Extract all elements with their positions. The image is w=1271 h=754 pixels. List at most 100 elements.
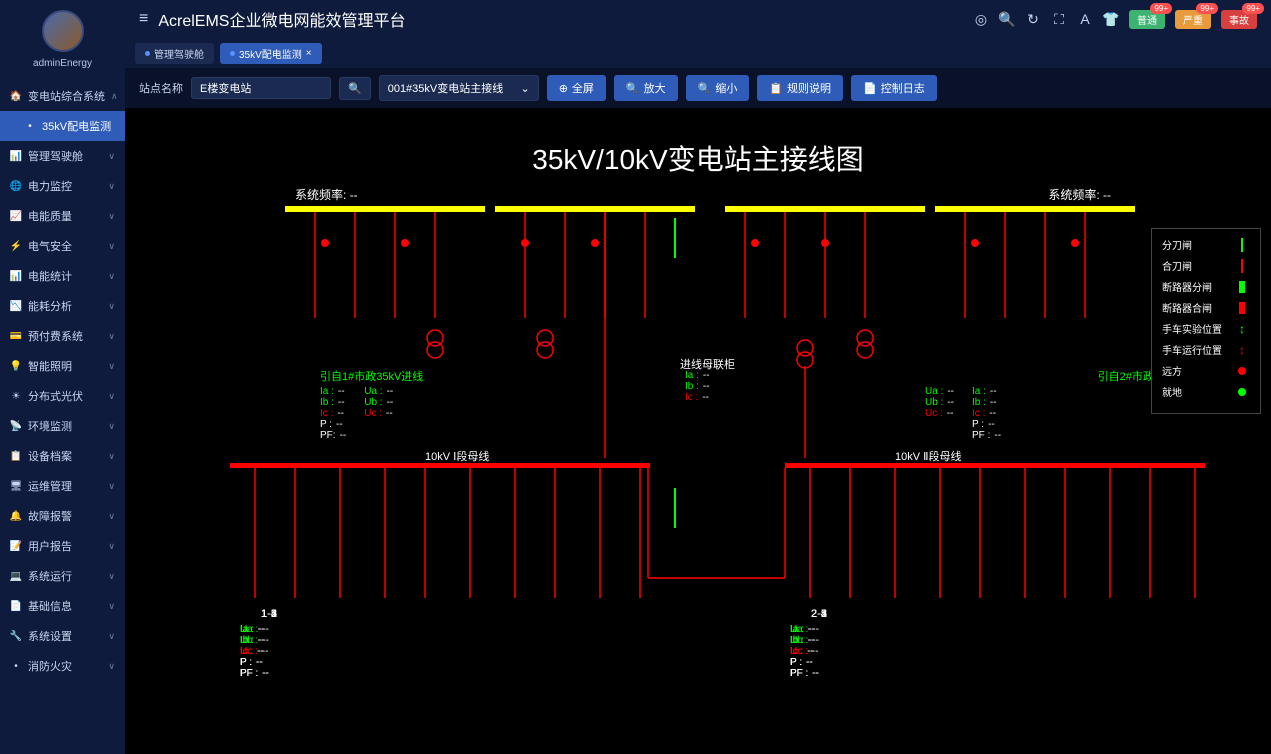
btn-icon: 🔍 [698,82,712,95]
chevron-down-icon: ⌄ [520,82,529,95]
nav-label: 电能统计 [28,268,102,284]
chevron-icon: ∨ [108,661,115,672]
nav-icon: 🔔 [10,510,22,522]
source-1-label: 引自1#市政35kV进线 [320,368,423,384]
nav-item-变电站综合系统[interactable]: 🏠 变电站综合系统 ∧ [0,81,125,111]
legend-symbol [1234,259,1250,273]
chevron-icon: ∨ [108,601,115,612]
nav-icon: 🌐 [10,180,22,192]
tab-dot-icon [145,51,150,56]
target-icon[interactable]: ◎ [973,11,989,27]
nav-icon: 💳 [10,330,22,342]
nav-label: 系统运行 [28,568,102,584]
badge-count: 99+ [1196,3,1218,14]
toolbar-btn-控制日志[interactable]: 📄控制日志 [851,75,937,101]
nav-item-35kV配电监测[interactable]: •35kV配电监测 [0,111,125,141]
nav-item-环境监测[interactable]: 📡环境监测∨ [0,411,125,441]
badge-count: 99+ [1150,3,1172,14]
toolbar-btn-全屏[interactable]: ⊕全屏 [547,75,606,101]
nav-item-电气安全[interactable]: ⚡电气安全∨ [0,231,125,261]
feeder-1-5: 1-5 Ia :-- Ib :-- Ic :-- P :-- PF :-- [240,608,298,679]
chevron-icon: ∨ [108,331,115,342]
legend-item-远方: 远方 [1162,363,1250,378]
chevron-icon: ∨ [108,211,115,222]
legend-label: 手车运行位置 [1162,342,1222,357]
nav-icon: ⚡ [10,240,22,252]
nav-item-系统运行[interactable]: 💻系统运行∨ [0,561,125,591]
nav-icon: 🏠 [10,90,22,102]
search-icon[interactable]: 🔍 [999,11,1015,27]
nav-icon: 📊 [10,270,22,282]
nav-item-基础信息[interactable]: 📄基础信息∨ [0,591,125,621]
nav-item-系统设置[interactable]: 🔧系统设置∨ [0,621,125,651]
chevron-icon: ∨ [108,151,115,162]
legend-item-合刀闸: 合刀闸 [1162,258,1250,273]
tab-label: 管理驾驶舱 [154,46,204,61]
nav-item-设备档案[interactable]: 📋设备档案∨ [0,441,125,471]
diagram-select[interactable]: 001#35kV变电站主接线 ⌄ [379,75,539,101]
incomer-1-values: Ia :-- Ib :-- Ic :-- P :-- PF:-- Ua :-- … [320,386,393,441]
nav-icon: 🔧 [10,630,22,642]
nav-item-电力监控[interactable]: 🌐电力监控∨ [0,171,125,201]
bus10-1-label: 10kV Ⅰ段母线 [425,448,489,464]
nav-item-消防火灾[interactable]: •消防火灾∨ [0,651,125,681]
tab-35kV配电监测[interactable]: 35kV配电监测× [220,43,322,64]
btn-label: 全屏 [572,80,594,96]
refresh-icon[interactable]: ↻ [1025,11,1041,27]
toolbar-btn-规则说明[interactable]: 📋规则说明 [757,75,843,101]
incomer-2-values: Ua :-- Ub :-- Uc :-- Ia :-- Ib :-- Ic :-… [925,386,1001,441]
nav-label: 分布式光伏 [28,388,102,404]
btn-icon: 🔍 [626,82,640,95]
alert-badge-严重[interactable]: 严重99+ [1175,10,1211,29]
shirt-icon[interactable]: 👕 [1103,11,1119,27]
nav-label: 变电站综合系统 [28,88,105,104]
close-icon[interactable]: × [306,48,312,59]
alert-badge-普通[interactable]: 普通99+ [1129,10,1165,29]
nav-item-电能统计[interactable]: 📊 电能统计 ∨ [0,261,125,291]
nav-item-用户报告[interactable]: 📝用户报告∨ [0,531,125,561]
chevron-icon: ∨ [108,391,115,402]
nav-icon: 📋 [10,450,22,462]
nav-item-运维管理[interactable]: 🖥运维管理∨ [0,471,125,501]
avatar[interactable] [42,10,84,52]
toolbar-btn-缩小[interactable]: 🔍缩小 [686,75,750,101]
nav-label: 电气安全 [28,238,102,254]
nav-label: 环境监测 [28,418,102,434]
main: ≡ AcrelEMS企业微电网能效管理平台 ◎🔍↻⛶A👕普通99+严重99+事故… [125,0,1271,754]
nav: 🏠变电站综合系统∧•35kV配电监测📊管理驾驶舱∨🌐电力监控∨📈电能质量∨⚡电气… [0,81,125,681]
chevron-icon: ∨ [108,451,115,462]
nav-icon: 📊 [10,150,22,162]
nav-label: 智能照明 [28,358,102,374]
btn-icon: 📋 [769,82,783,95]
nav-item-能耗分析[interactable]: 📉能耗分析∨ [0,291,125,321]
font-icon[interactable]: A [1077,11,1093,27]
nav-label: 基础信息 [28,598,102,614]
nav-item-管理驾驶舱[interactable]: 📊管理驾驶舱∨ [0,141,125,171]
nav-item-预付费系统[interactable]: 💳预付费系统∨ [0,321,125,351]
menu-toggle-icon[interactable]: ≡ [139,10,148,28]
legend: 分刀闸合刀闸断路器分闸断路器合闸手车实验位置↕手车运行位置↕远方就地 [1151,228,1261,414]
alert-badge-事故[interactable]: 事故99+ [1221,10,1257,29]
nav-item-故障报警[interactable]: 🔔故障报警∨ [0,501,125,531]
diagram-canvas[interactable]: 35kV/10kV变电站主接线图 系统频率: -- 系统频率: -- [125,108,1271,754]
btn-icon: 📄 [863,82,877,95]
nav-label: 电能质量 [28,208,102,224]
legend-label: 分刀闸 [1162,237,1192,252]
tab-管理驾驶舱[interactable]: 管理驾驶舱 [135,43,214,64]
site-input[interactable] [191,77,331,99]
toolbar-btn-放大[interactable]: 🔍放大 [614,75,678,101]
search-button[interactable]: 🔍 [339,77,371,100]
legend-symbol [1234,388,1250,396]
chevron-icon: ∨ [108,271,115,282]
chevron-icon: ∨ [108,571,115,582]
chevron-icon: ∨ [108,541,115,552]
legend-symbol [1234,281,1250,293]
nav-item-分布式光伏[interactable]: ☀分布式光伏∨ [0,381,125,411]
nav-label: 故障报警 [28,508,102,524]
nav-icon: • [24,120,36,132]
fullscreen-icon[interactable]: ⛶ [1051,11,1067,27]
chevron-icon: ∧ [111,91,118,102]
nav-item-电能质量[interactable]: 📈电能质量∨ [0,201,125,231]
nav-item-智能照明[interactable]: 💡智能照明∨ [0,351,125,381]
tab-dot-icon [230,51,235,56]
